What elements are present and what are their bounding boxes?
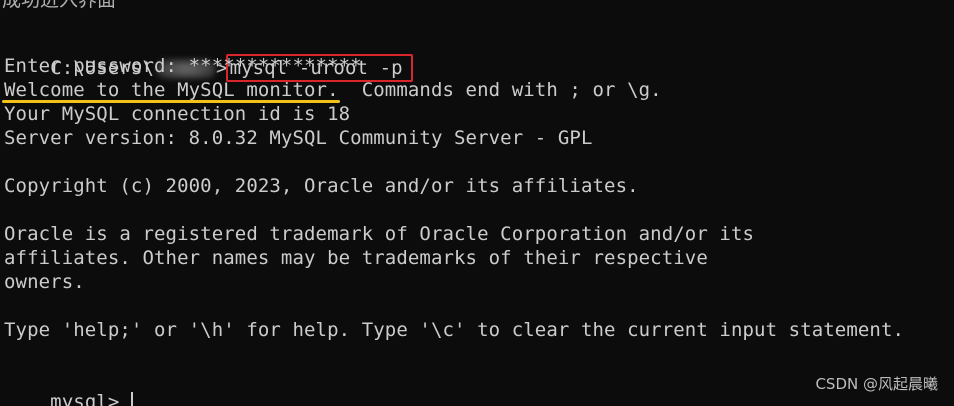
trademark-line-2: affiliates. Other names may be trademark… bbox=[4, 247, 708, 269]
clipped-caption-text: 成功进入界面 bbox=[2, 0, 117, 11]
password-line: Enter password: *************** bbox=[4, 55, 362, 77]
trademark-line-1: Oracle is a registered trademark of Orac… bbox=[4, 223, 755, 245]
mysql-prompt: mysql> bbox=[50, 391, 120, 406]
prompt-line[interactable]: mysql> bbox=[4, 366, 134, 406]
welcome-line: Welcome to the MySQL monitor. Commands e… bbox=[4, 79, 662, 101]
command-line: C:\Users\ > mysql -uroot -p bbox=[4, 30, 413, 82]
terminal-window[interactable]: 成功进入界面 C:\Users\ > mysql -uroot -p Enter p… bbox=[0, 0, 954, 406]
copyright-line: Copyright (c) 2000, 2023, Oracle and/or … bbox=[4, 175, 639, 197]
text-cursor[interactable] bbox=[131, 391, 134, 406]
help-line: Type 'help;' or '\h' for help. Type '\c'… bbox=[4, 319, 905, 341]
trademark-line-3: owners. bbox=[4, 271, 85, 293]
server-version-line: Server version: 8.0.32 MySQL Community S… bbox=[4, 127, 593, 149]
watermark-text: CSDN @风起晨曦 bbox=[815, 375, 938, 393]
connection-id-line: Your MySQL connection id is 18 bbox=[4, 103, 351, 125]
